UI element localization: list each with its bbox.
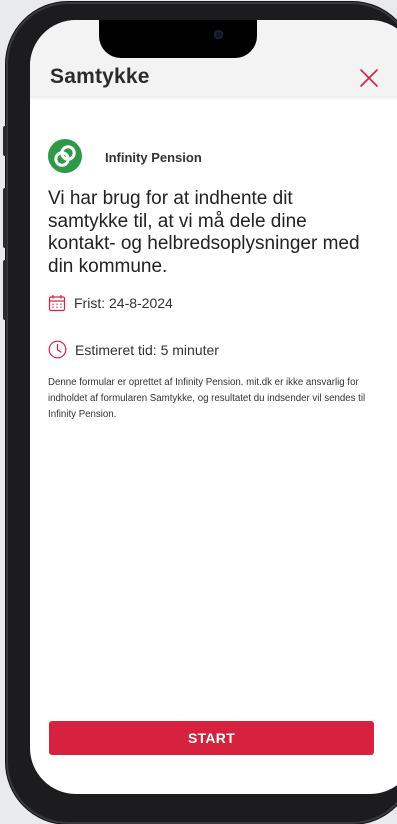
- form-heading: Vi har brug for at indhente dit samtykke…: [48, 188, 360, 277]
- page-title: Samtykke: [50, 65, 150, 88]
- volume-down-button: [3, 260, 7, 320]
- calendar-icon: [48, 295, 66, 312]
- deadline-row: Frist: 24-8-2024: [48, 294, 173, 312]
- deadline-text: Frist: 24-8-2024: [74, 295, 173, 311]
- notch: [99, 20, 257, 58]
- disclaimer-text: Denne formular er oprettet af Infinity P…: [48, 377, 366, 420]
- close-icon: [360, 69, 378, 87]
- close-button[interactable]: [357, 66, 381, 90]
- estimate-text: Estimeret tid: 5 minuter: [75, 341, 219, 358]
- mute-switch: [3, 126, 7, 156]
- estimate-row: Estimeret tid: 5 minuter: [48, 340, 219, 359]
- infinity-logo-icon: [48, 139, 82, 173]
- provider-name: Infinity Pension: [105, 150, 202, 165]
- start-button[interactable]: START: [49, 721, 374, 755]
- clock-icon: [48, 340, 67, 359]
- volume-up-button: [3, 188, 7, 248]
- screen: Samtykke Infinity Pension Vi har brug fo…: [30, 20, 397, 794]
- camera-icon: [214, 30, 223, 39]
